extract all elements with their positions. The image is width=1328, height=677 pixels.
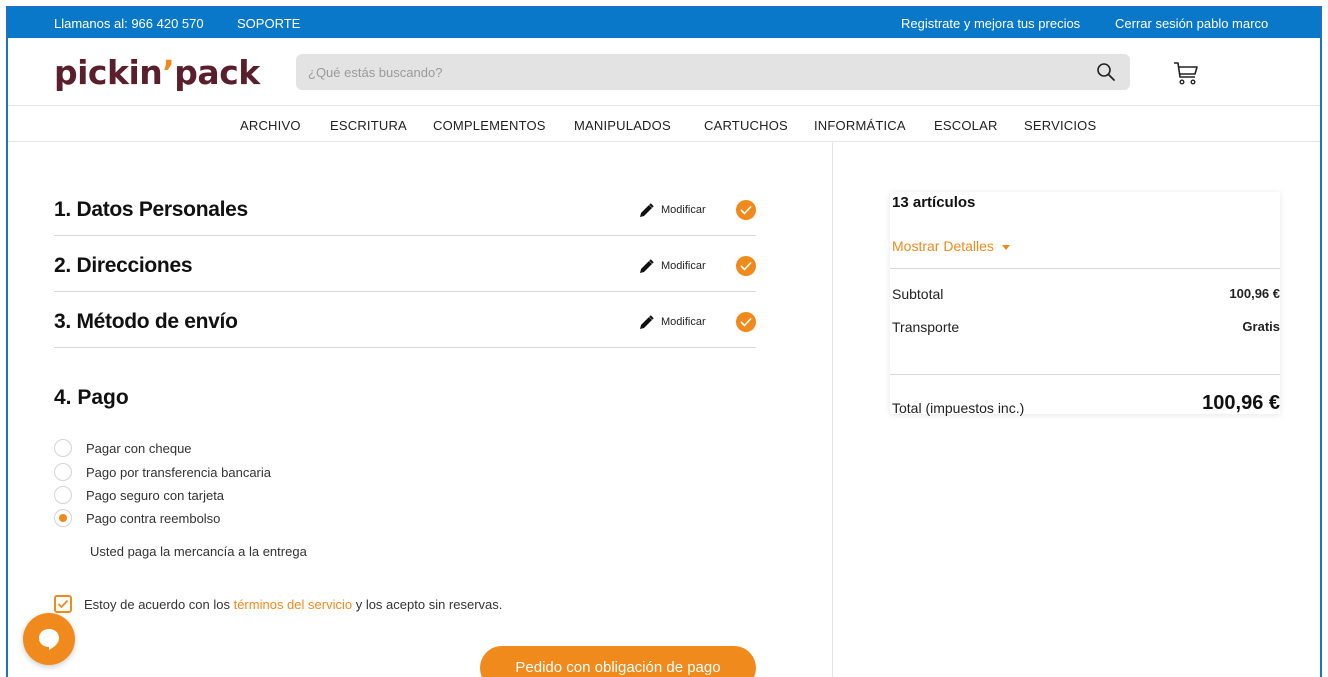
- terms-link[interactable]: términos del servicio: [234, 597, 353, 612]
- modify-button[interactable]: Modificar: [638, 314, 706, 330]
- payment-option-label: Pago contra reembolso: [86, 510, 221, 526]
- modify-label: Modificar: [661, 204, 706, 216]
- order-summary: 13 artículos Mostrar Detalles Subtotal 1…: [890, 192, 1280, 416]
- place-order-button[interactable]: Pedido con obligación de pago: [480, 646, 756, 677]
- pencil-icon: [640, 258, 654, 273]
- show-details-link[interactable]: Mostrar Detalles: [892, 238, 1010, 254]
- payment-note: Usted paga la mercancía a la entrega: [90, 544, 307, 559]
- support-link[interactable]: SOPORTE: [237, 16, 300, 31]
- shipping-row: Transporte Gratis: [892, 319, 1280, 335]
- payment-option-card[interactable]: Pago seguro con tarjeta: [54, 485, 224, 505]
- site-header: pickin’pack: [8, 38, 1320, 106]
- step-personal-data: 1. Datos Personales Modificar: [54, 180, 756, 236]
- top-bar: Llamanos al: 966 420 570 SOPORTE Registr…: [8, 8, 1320, 38]
- search-bar: [296, 54, 1130, 90]
- show-details-label: Mostrar Detalles: [892, 238, 994, 254]
- pencil-icon: [640, 314, 654, 329]
- checkmark-icon: [57, 599, 69, 609]
- nav-item-informatica[interactable]: INFORMÁTICA: [814, 118, 906, 133]
- nav-item-complementos[interactable]: COMPLEMENTOS: [433, 118, 546, 133]
- subtotal-value: 100,96 €: [1229, 286, 1280, 301]
- terms-suffix: y los acepto sin reservas.: [352, 596, 503, 612]
- items-count: 13 artículos: [892, 194, 976, 211]
- summary-divider: [890, 268, 1280, 269]
- logo-apostrophe: ’: [162, 53, 175, 92]
- step-title: 3. Método de envío: [54, 310, 238, 333]
- summary-divider: [890, 374, 1280, 375]
- modify-label: Modificar: [661, 316, 706, 328]
- total-value: 100,96 €: [1202, 392, 1280, 414]
- payment-option-label: Pago seguro con tarjeta: [86, 487, 225, 503]
- nav-item-escritura[interactable]: ESCRITURA: [330, 118, 407, 133]
- payment-option-cod[interactable]: Pago contra reembolso: [54, 508, 220, 528]
- radio-button-selected[interactable]: [54, 509, 72, 527]
- chat-bubble-icon: [39, 629, 59, 650]
- nav-item-servicios[interactable]: SERVICIOS: [1024, 118, 1096, 133]
- step-complete-check-icon: [736, 200, 756, 220]
- shipping-value: Gratis: [1242, 319, 1280, 334]
- nav-item-escolar[interactable]: ESCOLAR: [934, 118, 998, 133]
- modify-button[interactable]: Modificar: [638, 202, 706, 218]
- logo-text-main: pickin: [54, 53, 163, 92]
- page-frame: Llamanos al: 966 420 570 SOPORTE Registr…: [6, 6, 1322, 677]
- nav-item-manipulados[interactable]: MANIPULADOS: [574, 118, 671, 133]
- step-addresses: 2. Direcciones Modificar: [54, 236, 756, 292]
- total-label: Total (impuestos inc.): [892, 400, 1025, 416]
- radio-button[interactable]: [54, 486, 72, 504]
- cart-icon[interactable]: [1171, 58, 1201, 88]
- nav-item-archivo[interactable]: ARCHIVO: [240, 118, 301, 133]
- payment-step-title: 4. Pago: [54, 386, 129, 409]
- terms-agreement: Estoy de acuerdo con los términos del se…: [54, 594, 502, 614]
- nav-item-cartuchos[interactable]: CARTUCHOS: [704, 118, 788, 133]
- column-divider: [832, 142, 833, 677]
- terms-text: Estoy de acuerdo con los términos del se…: [84, 597, 502, 612]
- search-input[interactable]: [296, 54, 1076, 90]
- register-link[interactable]: Registrate y mejora tus precios: [901, 16, 1080, 31]
- payment-option-transfer[interactable]: Pago por transferencia bancaria: [54, 462, 271, 482]
- site-logo[interactable]: pickin’pack: [54, 53, 260, 92]
- terms-checkbox[interactable]: [54, 595, 72, 613]
- subtotal-row: Subtotal 100,96 €: [892, 286, 1280, 302]
- step-title: 1. Datos Personales: [54, 198, 248, 221]
- shipping-label: Transporte: [892, 319, 960, 335]
- step-complete-check-icon: [736, 312, 756, 332]
- step-title: 2. Direcciones: [54, 254, 193, 277]
- main-nav: ARCHIVO ESCRITURA COMPLEMENTOS MANIPULAD…: [8, 106, 1320, 142]
- payment-option-cheque[interactable]: Pagar con cheque: [54, 438, 192, 458]
- phone-text: Llamanos al: 966 420 570: [54, 16, 204, 31]
- radio-button[interactable]: [54, 463, 72, 481]
- terms-prefix: Estoy de acuerdo con los: [84, 596, 234, 612]
- subtotal-label: Subtotal: [892, 286, 944, 302]
- modify-label: Modificar: [661, 260, 706, 272]
- payment-option-label: Pago por transferencia bancaria: [86, 464, 272, 480]
- logo-text-end: pack: [174, 53, 260, 92]
- logout-link[interactable]: Cerrar sesión pablo marco: [1115, 16, 1268, 31]
- step-complete-check-icon: [736, 256, 756, 276]
- modify-button[interactable]: Modificar: [638, 258, 706, 274]
- chat-widget-button[interactable]: [23, 613, 75, 665]
- pencil-icon: [640, 202, 654, 217]
- step-shipping-method: 3. Método de envío Modificar: [54, 292, 756, 348]
- search-icon[interactable]: [1096, 62, 1116, 82]
- radio-button[interactable]: [54, 439, 72, 457]
- caret-down-icon: [1001, 244, 1010, 250]
- payment-option-label: Pagar con cheque: [86, 440, 192, 456]
